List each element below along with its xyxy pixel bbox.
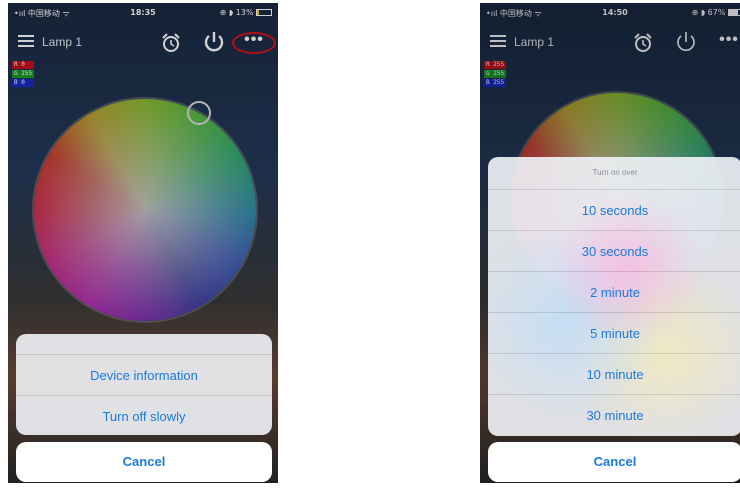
sheet-spacer — [16, 334, 272, 354]
left-phone-screen: •ııl 中国移动 ᯤ 18:35 ⊕ ◗ 13% Lamp 1 ••• R 0… — [8, 3, 278, 483]
option-10-minute[interactable]: 10 minute — [488, 353, 740, 394]
cancel-button[interactable]: Cancel — [488, 442, 740, 482]
option-30-minute[interactable]: 30 minute — [488, 394, 740, 435]
option-10-seconds[interactable]: 10 seconds — [488, 189, 740, 230]
option-30-seconds[interactable]: 30 seconds — [488, 230, 740, 271]
device-information-option[interactable]: Device information — [16, 354, 272, 395]
option-5-minute[interactable]: 5 minute — [488, 312, 740, 353]
action-sheet: Device information Turn off slowly — [16, 334, 272, 435]
option-2-minute[interactable]: 2 minute — [488, 271, 740, 312]
action-sheet: Turn on over 10 seconds 30 seconds 2 min… — [488, 157, 740, 436]
right-phone-screen: •ııl 中国移动 ᯤ 14:50 ⊕ ◗ 67% Lamp 1 ••• R 2… — [480, 3, 740, 483]
sheet-header: Turn on over — [592, 168, 638, 177]
turn-off-slowly-option[interactable]: Turn off slowly — [16, 395, 272, 435]
cancel-button[interactable]: Cancel — [16, 442, 272, 482]
